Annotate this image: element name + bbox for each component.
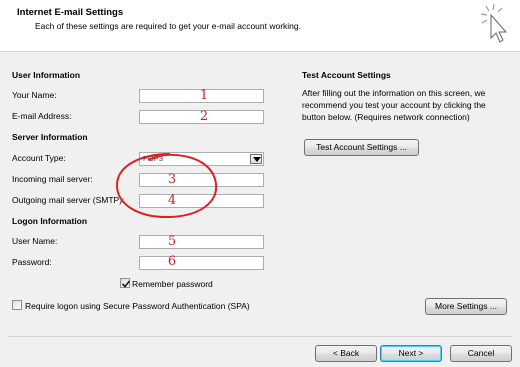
- test-account-settings-button[interactable]: Test Account Settings ...: [304, 139, 419, 156]
- server-information-heading: Server Information: [12, 132, 88, 142]
- incoming-server-label: Incoming mail server:: [12, 174, 93, 184]
- annotation-circle: [115, 153, 218, 219]
- next-button[interactable]: Next >: [380, 345, 442, 362]
- cursor-click-icon: [480, 3, 508, 43]
- user-name-field[interactable]: [139, 235, 264, 249]
- remember-password-label: Remember password: [132, 279, 213, 289]
- back-button[interactable]: < Back: [315, 345, 377, 362]
- spa-label: Require logon using Secure Password Auth…: [25, 301, 250, 311]
- remember-password-checkbox[interactable]: [120, 278, 131, 288]
- header-panel: Internet E-mail Settings Each of these s…: [0, 0, 520, 52]
- annotation-marker-1: 1: [199, 88, 209, 103]
- user-name-label: User Name:: [12, 236, 58, 246]
- test-description-line-1: After filling out the information on thi…: [302, 88, 486, 98]
- more-settings-button[interactable]: More Settings ...: [425, 298, 507, 315]
- your-name-label: Your Name:: [12, 90, 57, 100]
- dialog-subtitle: Each of these settings are required to g…: [35, 21, 302, 31]
- annotation-marker-6: 6: [167, 254, 177, 269]
- cancel-button[interactable]: Cancel: [450, 345, 512, 362]
- test-account-heading: Test Account Settings: [302, 70, 391, 80]
- test-description-line-2: recommend you test your account by click…: [302, 100, 486, 110]
- spa-checkbox[interactable]: [12, 300, 22, 310]
- annotation-marker-5: 5: [167, 234, 177, 249]
- password-label: Password:: [12, 257, 52, 267]
- logon-information-heading: Logon Information: [12, 216, 88, 226]
- dialog-title: Internet E-mail Settings: [17, 7, 124, 18]
- annotation-marker-2: 2: [199, 109, 209, 124]
- user-information-heading: User Information: [12, 70, 81, 80]
- outgoing-server-label: Outgoing mail server (SMTP):: [12, 195, 125, 205]
- footer-divider: [8, 336, 512, 337]
- test-description-line-3: button below. (Requires network connecti…: [302, 112, 470, 122]
- account-type-label: Account Type:: [12, 153, 66, 163]
- chevron-down-icon[interactable]: [250, 154, 262, 164]
- password-field[interactable]: [139, 256, 264, 270]
- email-address-label: E-mail Address:: [12, 111, 72, 121]
